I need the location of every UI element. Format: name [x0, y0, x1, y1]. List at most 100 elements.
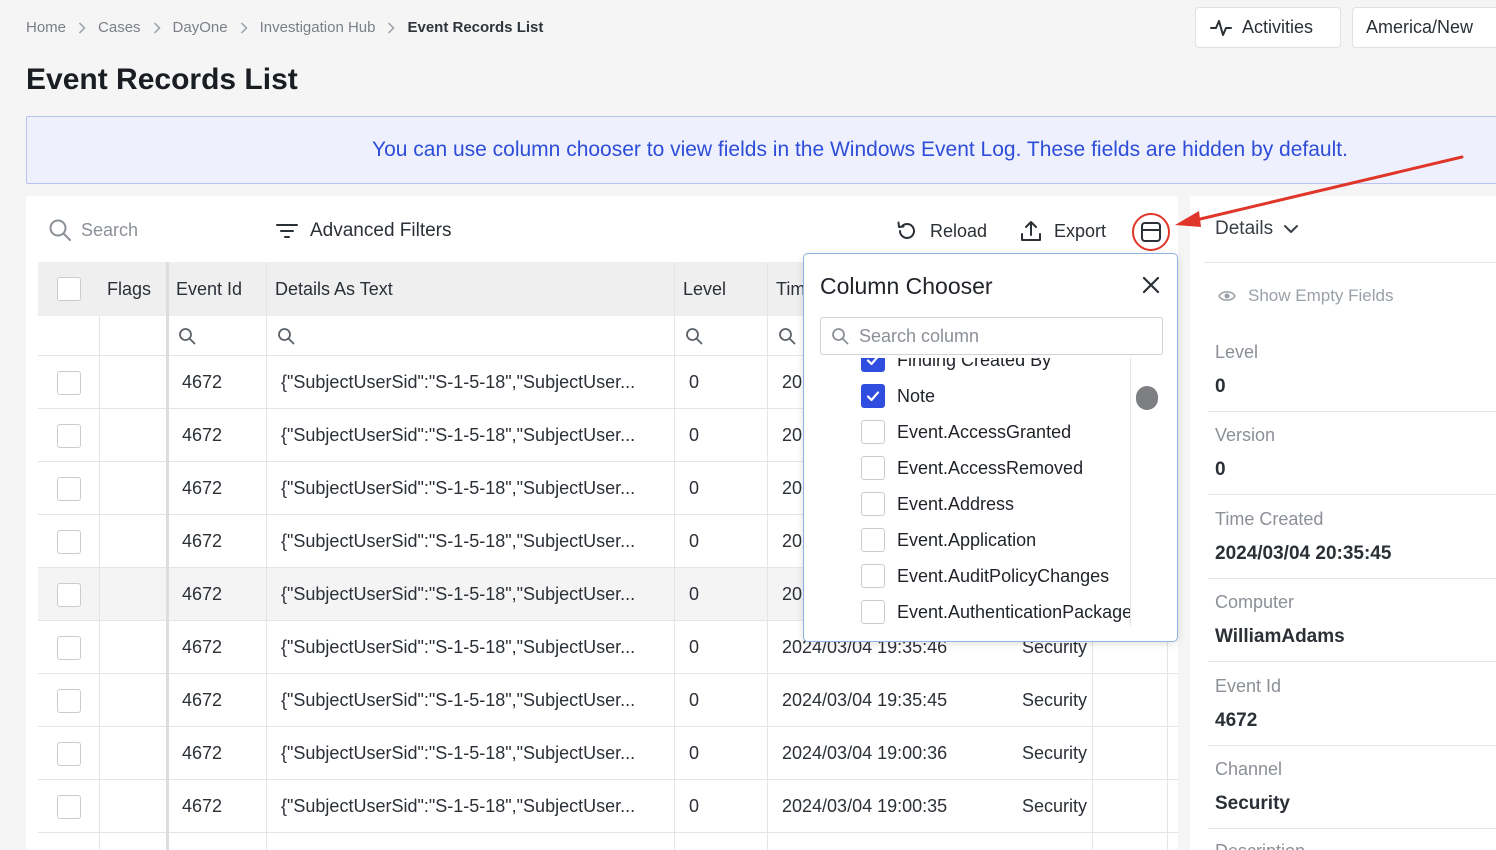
search-box[interactable]: Search — [48, 218, 138, 242]
advanced-filters-label: Advanced Filters — [310, 220, 452, 241]
column-divider — [266, 262, 267, 850]
column-divider — [1092, 621, 1093, 850]
divider — [1208, 411, 1496, 412]
column-option[interactable]: Event.AccessRemoved — [861, 450, 1083, 486]
details-dropdown[interactable]: Details — [1215, 218, 1299, 240]
column-header-event-id[interactable]: Event Id — [176, 262, 266, 316]
table-row[interactable]: 4672 {"SubjectUserSid":"S-1-5-18","Subje… — [38, 780, 1178, 833]
filter-time[interactable] — [778, 316, 796, 356]
activity-pulse-icon — [1210, 19, 1232, 36]
field-value-computer: WilliamAdams — [1215, 626, 1345, 647]
row-checkbox[interactable] — [57, 529, 81, 554]
filter-event-id[interactable] — [178, 316, 196, 356]
cell-details: {"SubjectUserSid":"S-1-5-18","SubjectUse… — [281, 584, 636, 604]
column-option[interactable]: Event.Application — [861, 522, 1036, 558]
cell-level: 0 — [689, 743, 700, 763]
column-header-level[interactable]: Level — [683, 262, 743, 316]
close-icon[interactable] — [1140, 274, 1162, 296]
cell-channel: Security — [1022, 796, 1088, 816]
column-header-flags[interactable]: Flags — [107, 262, 167, 316]
row-checkbox[interactable] — [57, 688, 81, 713]
divider — [1208, 661, 1496, 662]
column-option[interactable]: Event.AccessGranted — [861, 414, 1071, 450]
filter-details-as-text[interactable] — [277, 316, 295, 356]
table-row[interactable]: 4672 {"SubjectUserSid":"S-1-5-18","Subje… — [38, 674, 1178, 727]
column-divider — [674, 262, 675, 850]
activities-label: Activities — [1242, 17, 1314, 37]
reload-icon — [897, 221, 915, 239]
row-checkbox[interactable] — [57, 370, 81, 395]
row-checkbox[interactable] — [57, 794, 81, 819]
cell-event-id: 4672 — [182, 796, 223, 816]
cell-time: 2024/03/04 19:00:35 — [782, 796, 948, 816]
column-chooser-button[interactable] — [1132, 213, 1170, 251]
column-option[interactable]: Event.AuditPolicyChanges — [861, 558, 1109, 594]
column-search-input[interactable]: Search column — [820, 317, 1163, 355]
field-label-description: Description — [1215, 841, 1305, 850]
cell-time: 2024/03/04 19:00:36 — [782, 743, 948, 763]
field-label-version: Version — [1215, 425, 1276, 445]
column-checkbox-checked[interactable] — [861, 358, 885, 372]
table-row[interactable]: 4672 {"SubjectUserSid":"S-1-5-18","Subje… — [38, 727, 1178, 780]
column-list-scroll-thumb[interactable] — [1136, 386, 1158, 410]
reload-button[interactable]: Reload — [896, 220, 987, 242]
search-icon — [779, 328, 796, 345]
check-icon — [866, 391, 880, 402]
column-option-label: Event.AuthenticationPackageName — [897, 601, 1147, 622]
column-checkbox[interactable] — [861, 456, 885, 480]
search-placeholder: Search — [81, 219, 139, 240]
row-checkbox[interactable] — [57, 476, 81, 501]
cell-level: 0 — [689, 690, 700, 710]
activities-button[interactable]: Activities — [1195, 7, 1341, 48]
cell-level: 0 — [689, 372, 700, 392]
cell-time: 2024/03/04 19:35:45 — [782, 690, 948, 710]
breadcrumb-home[interactable]: Home — [26, 19, 66, 36]
field-value-event-id: 4672 — [1215, 710, 1258, 731]
row-checkbox[interactable] — [57, 635, 81, 660]
column-checkbox[interactable] — [861, 420, 885, 444]
breadcrumb-investigation-hub[interactable]: Investigation Hub — [260, 19, 376, 36]
select-all-checkbox[interactable] — [57, 277, 81, 301]
row-checkbox[interactable] — [57, 582, 81, 607]
filter-lines-icon — [276, 224, 298, 238]
row-checkbox[interactable] — [57, 741, 81, 766]
filter-level[interactable] — [685, 316, 703, 356]
cell-level: 0 — [689, 637, 700, 657]
info-banner: You can use column chooser to view field… — [26, 116, 1496, 184]
cell-details: {"SubjectUserSid":"S-1-5-18","SubjectUse… — [281, 637, 636, 657]
column-checkbox-checked[interactable] — [861, 384, 885, 408]
column-option[interactable]: Finding Created By — [861, 358, 1051, 378]
field-label-channel: Channel — [1215, 759, 1283, 779]
column-divider — [99, 316, 100, 850]
column-list: Finding Created By Note Event.AccessGran… — [820, 358, 1147, 626]
column-checkbox[interactable] — [861, 528, 885, 552]
show-empty-fields-label: Show Empty Fields — [1248, 286, 1394, 305]
cell-event-id: 4672 — [182, 690, 223, 710]
column-option[interactable]: Event.Address — [861, 486, 1014, 522]
cell-channel: Security — [1022, 690, 1088, 710]
search-icon — [49, 219, 71, 241]
column-checkbox[interactable] — [861, 492, 885, 516]
column-checkbox[interactable] — [861, 600, 885, 624]
cell-event-id: 4672 — [182, 372, 223, 392]
column-option-label: Event.Address — [897, 493, 1015, 514]
breadcrumb-dayone[interactable]: DayOne — [173, 19, 228, 36]
column-option[interactable]: Event.AuthenticationPackageName — [861, 594, 1147, 626]
column-checkbox[interactable] — [861, 564, 885, 588]
cell-event-id: 4672 — [182, 637, 223, 657]
column-option[interactable]: Note — [861, 378, 935, 414]
advanced-filters-button[interactable]: Advanced Filters — [276, 220, 452, 242]
cell-details: {"SubjectUserSid":"S-1-5-18","SubjectUse… — [281, 372, 636, 392]
field-value-channel: Security — [1215, 793, 1290, 814]
timezone-select[interactable]: America/New — [1352, 7, 1496, 48]
export-button[interactable]: Export — [1020, 220, 1106, 242]
show-empty-fields-toggle[interactable]: Show Empty Fields — [1218, 286, 1394, 306]
row-checkbox[interactable] — [57, 423, 81, 448]
column-option-label: Finding Created By — [897, 358, 1052, 370]
search-icon — [278, 328, 295, 345]
details-title: Details — [1215, 218, 1274, 239]
breadcrumb-cases[interactable]: Cases — [98, 19, 141, 36]
column-header-details-as-text[interactable]: Details As Text — [275, 262, 475, 316]
column-chooser-popup: Column Chooser Search column Finding Cre… — [803, 253, 1178, 642]
cell-details: {"SubjectUserSid":"S-1-5-18","SubjectUse… — [281, 478, 636, 498]
